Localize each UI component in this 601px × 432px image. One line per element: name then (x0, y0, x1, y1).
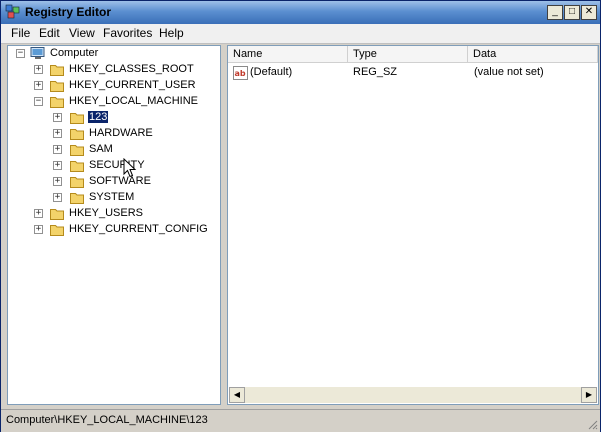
values-pane[interactable]: Name Type Data ab (Default) REG_SZ (valu… (227, 45, 599, 405)
expand-icon[interactable]: + (53, 145, 62, 154)
tree-label: HKEY_LOCAL_MACHINE (69, 95, 198, 107)
menu-edit[interactable]: Edit (39, 26, 60, 40)
value-row[interactable]: ab (Default) REG_SZ (value not set) (228, 64, 598, 82)
tree-label: HKEY_USERS (69, 207, 143, 219)
ab-string-icon: ab (233, 66, 248, 80)
computer-icon (30, 47, 45, 59)
expand-icon[interactable]: + (34, 225, 43, 234)
tree-label: SAM (89, 143, 113, 155)
expand-icon[interactable]: + (34, 209, 43, 218)
close-button[interactable]: ✕ (581, 5, 597, 20)
collapse-icon[interactable]: − (16, 49, 25, 58)
expand-icon[interactable]: + (53, 129, 62, 138)
folder-icon (70, 113, 84, 124)
scroll-right-button[interactable]: ▶ (581, 387, 597, 403)
tree-label: HKEY_CURRENT_CONFIG (69, 223, 208, 235)
expand-icon[interactable]: + (53, 177, 62, 186)
menu-favorites[interactable]: Favorites (103, 26, 152, 40)
column-header-type[interactable]: Type (348, 46, 468, 63)
folder-icon (70, 177, 84, 188)
registry-tree-pane[interactable]: − Computer + HKEY_CLASSES_ROOT + HKEY_CU… (7, 45, 221, 405)
expand-icon[interactable]: + (53, 161, 62, 170)
mouse-cursor-icon (123, 158, 137, 178)
horizontal-scrollbar[interactable]: ◀ ▶ (229, 387, 597, 403)
folder-icon (70, 145, 84, 156)
expand-icon[interactable]: + (53, 113, 62, 122)
folder-icon (50, 81, 64, 92)
status-path: Computer\HKEY_LOCAL_MACHINE\123 (6, 414, 208, 426)
expand-icon[interactable]: + (34, 81, 43, 90)
status-bar: Computer\HKEY_LOCAL_MACHINE\123 (1, 409, 600, 432)
menu-file[interactable]: File (11, 26, 30, 40)
tree-label: SOFTWARE (89, 175, 151, 187)
registry-editor-icon (5, 4, 20, 19)
scroll-left-button[interactable]: ◀ (229, 387, 245, 403)
maximize-button[interactable]: □ (564, 5, 580, 20)
tree-label-selected[interactable]: 123 (86, 110, 110, 124)
tree-label: HKEY_CURRENT_USER (69, 79, 196, 91)
folder-icon (70, 161, 84, 172)
value-name: (Default) (250, 66, 293, 78)
folder-icon (50, 65, 64, 76)
folder-icon (70, 129, 84, 140)
menu-bar: File Edit View Favorites Help (1, 24, 600, 44)
menu-view[interactable]: View (69, 26, 95, 40)
open-folder-icon (50, 97, 64, 108)
minimize-button[interactable]: _ (547, 5, 563, 20)
tree-label: HKEY_CLASSES_ROOT (69, 63, 194, 75)
svg-text:ab: ab (235, 69, 246, 78)
expand-icon[interactable]: + (34, 65, 43, 74)
menu-help[interactable]: Help (159, 26, 184, 40)
value-data: (value not set) (474, 66, 544, 78)
window-title: Registry Editor (25, 5, 112, 19)
title-bar[interactable]: Registry Editor _ □ ✕ (1, 1, 600, 24)
tree-label: SYSTEM (89, 191, 135, 203)
tree-label: Computer (50, 47, 99, 59)
registry-editor-window: Registry Editor _ □ ✕ File Edit View Fav… (0, 0, 601, 432)
tree-label: HARDWARE (89, 127, 153, 139)
column-header-data[interactable]: Data (468, 46, 598, 63)
folder-icon (50, 209, 64, 220)
folder-icon (50, 225, 64, 236)
column-header-name[interactable]: Name (228, 46, 348, 63)
resize-grip-icon[interactable] (586, 418, 598, 430)
folder-icon (70, 193, 84, 204)
value-type: REG_SZ (353, 66, 398, 78)
expand-icon[interactable]: + (53, 193, 62, 202)
collapse-icon[interactable]: − (34, 97, 43, 106)
